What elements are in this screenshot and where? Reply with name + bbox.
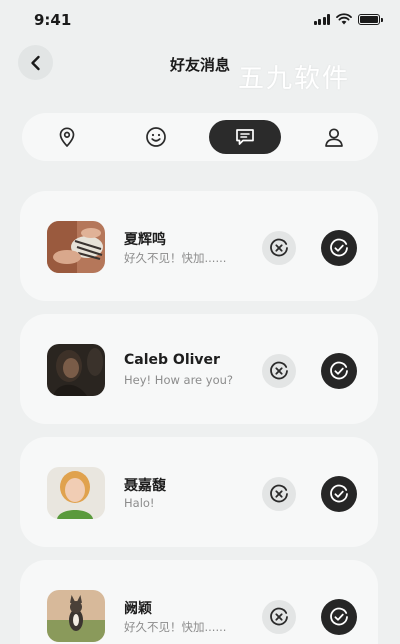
smiley-icon bbox=[145, 127, 166, 147]
status-time: 9:41 bbox=[34, 11, 72, 29]
wifi-icon bbox=[336, 13, 352, 25]
friend-request-card[interactable]: 聂嘉馥 Halo! bbox=[20, 437, 378, 547]
friend-name: 夏辉鸣 bbox=[124, 232, 166, 248]
tab-emoji[interactable] bbox=[120, 120, 192, 154]
close-circle-icon bbox=[270, 361, 288, 380]
reject-button[interactable] bbox=[262, 354, 296, 388]
check-circle-icon bbox=[330, 484, 348, 503]
message-preview: 好久不见！快加...... bbox=[124, 251, 227, 265]
avatar bbox=[47, 467, 105, 519]
friend-name: 阙颖 bbox=[124, 601, 152, 617]
watermark: 五九软件 bbox=[238, 64, 351, 94]
avatar bbox=[47, 590, 105, 642]
status-bar: 9:41 bbox=[0, 0, 400, 40]
friend-request-card[interactable]: Caleb Oliver Hey! How are you? bbox=[20, 314, 378, 424]
check-circle-icon bbox=[330, 238, 348, 257]
tab-profile[interactable] bbox=[298, 120, 370, 154]
accept-button[interactable] bbox=[321, 599, 357, 635]
avatar bbox=[47, 221, 105, 273]
message-preview: Hey! How are you? bbox=[124, 373, 234, 387]
accept-button[interactable] bbox=[321, 476, 357, 512]
friend-name: Caleb Oliver bbox=[124, 352, 220, 368]
accept-button[interactable] bbox=[321, 230, 357, 266]
close-circle-icon bbox=[270, 238, 288, 257]
reject-button[interactable] bbox=[262, 477, 296, 511]
tab-location[interactable] bbox=[31, 120, 103, 154]
avatar bbox=[47, 344, 105, 396]
friend-name: 聂嘉馥 bbox=[124, 478, 166, 494]
battery-icon bbox=[358, 13, 383, 25]
close-circle-icon bbox=[270, 484, 288, 503]
location-pin-icon bbox=[59, 127, 74, 147]
message-icon bbox=[235, 129, 254, 145]
friend-request-card[interactable]: 夏辉鸣 好久不见！快加...... bbox=[20, 191, 378, 301]
friend-request-card[interactable]: 阙颖 好久不见！快加...... bbox=[20, 560, 378, 644]
cellular-signal-icon bbox=[313, 13, 330, 25]
check-circle-icon bbox=[330, 361, 348, 380]
check-circle-icon bbox=[330, 607, 348, 626]
status-icons bbox=[313, 13, 383, 25]
tab-messages[interactable] bbox=[208, 120, 281, 154]
reject-button[interactable] bbox=[262, 231, 296, 265]
reject-button[interactable] bbox=[262, 600, 296, 634]
user-icon bbox=[324, 128, 343, 147]
message-preview: Halo! bbox=[124, 496, 155, 510]
message-preview: 好久不见！快加...... bbox=[124, 620, 227, 634]
accept-button[interactable] bbox=[321, 353, 357, 389]
close-circle-icon bbox=[270, 607, 288, 626]
tab-bar bbox=[22, 113, 378, 161]
